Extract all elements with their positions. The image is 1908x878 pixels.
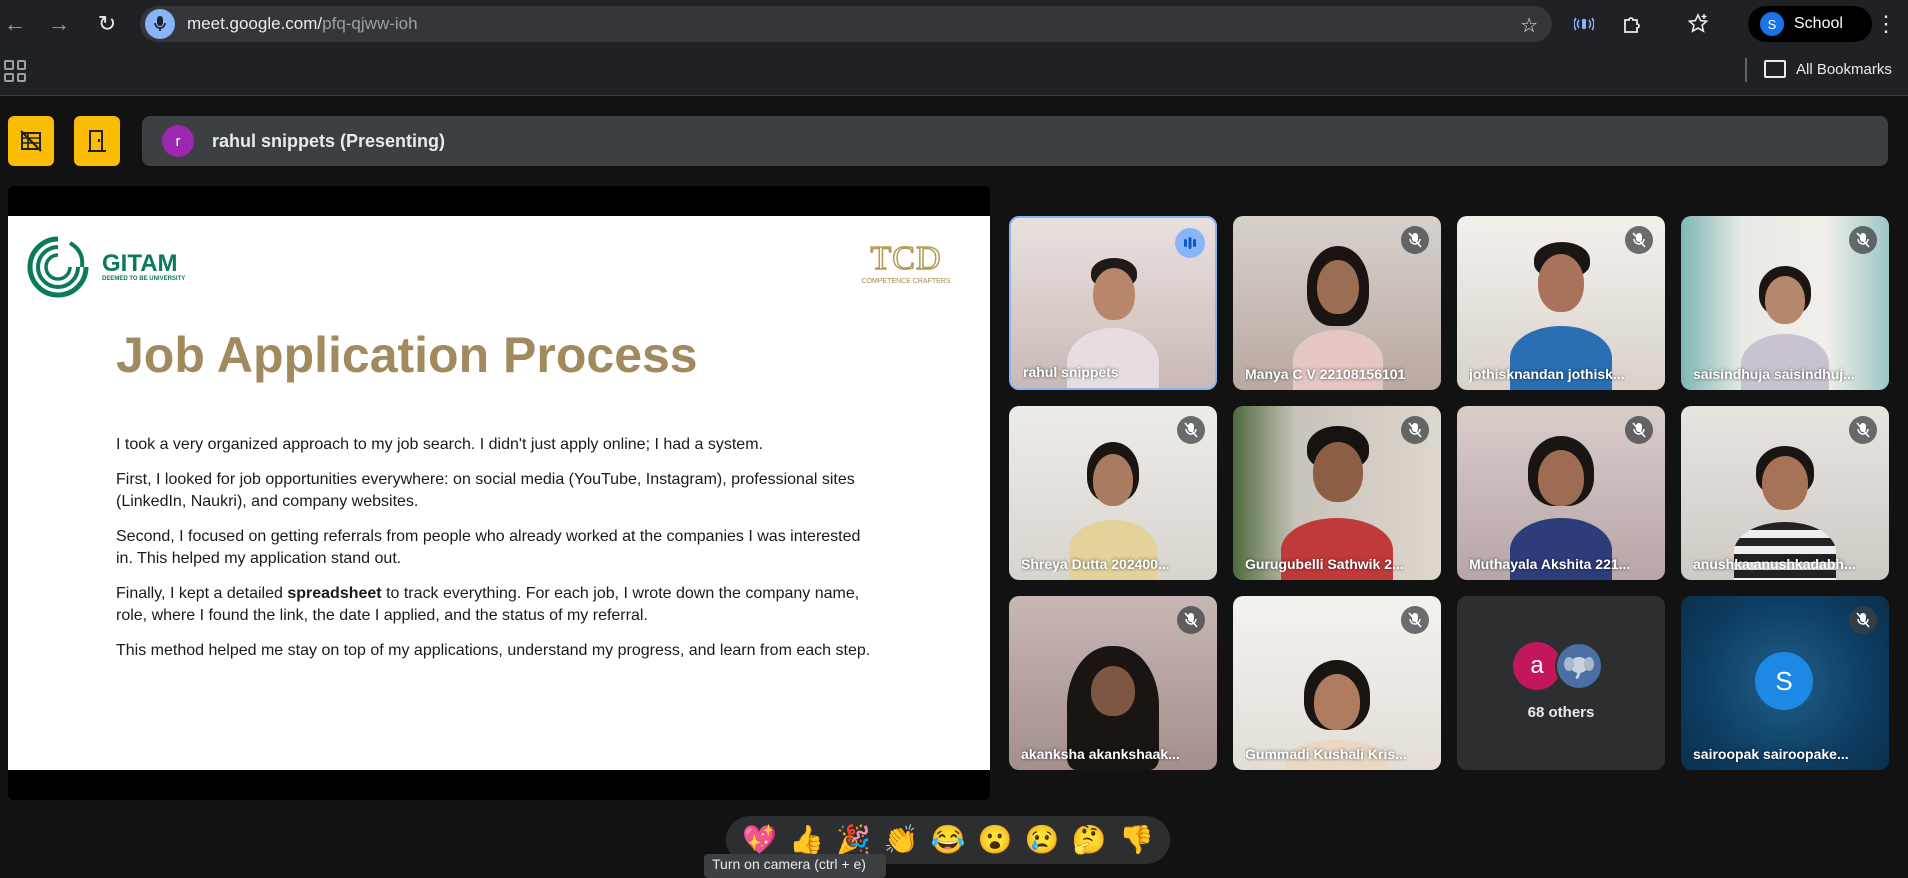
profile-label: School bbox=[1794, 15, 1843, 32]
bookmarks-star-icon[interactable] bbox=[1686, 12, 1710, 36]
forward-icon[interactable]: → bbox=[44, 9, 74, 39]
participant-tile[interactable]: Gurugubelli Sathwik 2... bbox=[1233, 406, 1441, 580]
reload-icon[interactable]: ↻ bbox=[92, 9, 122, 39]
participant-name: Muthayala Akshita 221... bbox=[1469, 556, 1631, 572]
profile-button[interactable]: S School bbox=[1748, 6, 1872, 42]
reaction-clapping[interactable]: 👏 bbox=[883, 826, 918, 854]
mic-off-icon bbox=[1849, 416, 1877, 444]
participant-name: akanksha akankshaak... bbox=[1021, 746, 1180, 762]
slide-paragraph: I took a very organized approach to my j… bbox=[116, 436, 763, 453]
mic-off-icon bbox=[1177, 416, 1205, 444]
gitam-swirl-icon bbox=[27, 236, 89, 298]
participant-tile[interactable]: rahul snippets bbox=[1009, 216, 1217, 390]
gitam-logo: GITAM DEEMED TO BE UNIVERSITY bbox=[24, 232, 194, 302]
url-path: pfq-qjww-ioh bbox=[322, 14, 418, 33]
cast-audio-icon[interactable] bbox=[1572, 12, 1596, 36]
gitam-wordmark: GITAM bbox=[102, 250, 178, 277]
bookmark-star-icon[interactable]: ☆ bbox=[1520, 13, 1538, 38]
participant-name: rahul snippets bbox=[1023, 364, 1119, 380]
apps-grid-icon[interactable] bbox=[4, 60, 26, 82]
participant-name: saisindhuja saisindhuj... bbox=[1693, 366, 1855, 382]
participant-name: sairoopak sairoopake... bbox=[1693, 746, 1849, 762]
others-avatars: a bbox=[1513, 642, 1613, 692]
presenter-bar: r rahul snippets (Presenting) bbox=[142, 116, 1888, 166]
mic-in-use-icon[interactable] bbox=[145, 9, 175, 39]
profile-avatar: S bbox=[1760, 12, 1784, 36]
reaction-party-popper[interactable]: 🎉 bbox=[836, 826, 871, 854]
bookmarks-divider bbox=[1745, 58, 1747, 82]
participant-name: Manya C V 22108156101 bbox=[1245, 366, 1406, 382]
reaction-thumbs-down[interactable]: 👎 bbox=[1119, 826, 1154, 854]
slide: GITAM DEEMED TO BE UNIVERSITY TCD COMPET… bbox=[8, 216, 990, 770]
presenter-avatar: r bbox=[162, 125, 194, 157]
slide-paragraph: First, I looked for job opportunities ev… bbox=[116, 471, 855, 510]
slide-text: Finally, I kept a detailed bbox=[116, 585, 288, 602]
mic-off-icon bbox=[1849, 606, 1877, 634]
others-tile[interactable]: a 68 others bbox=[1457, 596, 1665, 770]
others-count-label: 68 others bbox=[1527, 704, 1595, 721]
participant-name: jothisknandan jothisk... bbox=[1469, 366, 1625, 382]
address-bar[interactable]: meet.google.com/pfq-qjww-ioh ☆ bbox=[140, 6, 1552, 42]
elephant-avatar-icon bbox=[1555, 642, 1603, 690]
reaction-thinking[interactable]: 🤔 bbox=[1072, 826, 1107, 854]
extensions-icon[interactable] bbox=[1620, 12, 1644, 36]
reaction-thumbs-up[interactable]: 👍 bbox=[789, 826, 824, 854]
mic-off-icon bbox=[1849, 226, 1877, 254]
reaction-surprised[interactable]: 😮 bbox=[978, 826, 1013, 854]
all-bookmarks-link[interactable]: All Bookmarks bbox=[1796, 61, 1892, 78]
mic-off-icon bbox=[1401, 226, 1429, 254]
no-grid-icon bbox=[20, 130, 42, 152]
bookmarks-bar: All Bookmarks bbox=[0, 48, 1908, 96]
others-avatar: a bbox=[1513, 642, 1561, 690]
participant-tile[interactable]: Gummadi Kushali Kris... bbox=[1233, 596, 1441, 770]
presenter-label: rahul snippets (Presenting) bbox=[212, 130, 446, 151]
slide-paragraph: Finally, I kept a detailed spreadsheet t… bbox=[116, 583, 876, 627]
participant-name: Shreya Dutta 202400... bbox=[1021, 556, 1170, 572]
door-icon bbox=[88, 130, 106, 152]
slide-body: I took a very organized approach to my j… bbox=[116, 434, 876, 675]
tcd-wordmark: TCD bbox=[870, 239, 942, 278]
browser-toolbar: ← → ↻ meet.google.com/pfq-qjww-ioh ☆ S S… bbox=[0, 0, 1908, 48]
participant-name: Gurugubelli Sathwik 2... bbox=[1245, 556, 1404, 572]
camera-tooltip: Turn on camera (ctrl + e) bbox=[704, 854, 886, 878]
tcd-logo: TCD COMPETENCE CRAFTERS bbox=[856, 239, 956, 288]
url-host: meet.google.com/ bbox=[187, 14, 323, 33]
participant-tile[interactable]: saisindhuja saisindhuj... bbox=[1681, 216, 1889, 390]
participant-tile[interactable]: S sairoopak sairoopake... bbox=[1681, 596, 1889, 770]
gitam-subtext: DEEMED TO BE UNIVERSITY bbox=[102, 276, 186, 282]
leave-view-button[interactable] bbox=[74, 116, 120, 166]
tcd-subtext: COMPETENCE CRAFTERS bbox=[861, 278, 951, 285]
slide-paragraph: Second, I focused on getting referrals f… bbox=[116, 528, 861, 567]
speaking-indicator-icon bbox=[1175, 228, 1205, 258]
slide-bold-text: spreadsheet bbox=[287, 585, 382, 602]
participant-tile[interactable]: jothisknandan jothisk... bbox=[1457, 216, 1665, 390]
browser-menu-icon[interactable]: ⋮ bbox=[1872, 12, 1900, 36]
participant-tile[interactable]: anushka anushkadabh... bbox=[1681, 406, 1889, 580]
mic-off-icon bbox=[1625, 226, 1653, 254]
mic-off-icon bbox=[1625, 416, 1653, 444]
meet-stage: r rahul snippets (Presenting) GITAM DEEM… bbox=[0, 96, 1908, 870]
participant-avatar: S bbox=[1755, 652, 1813, 710]
slide-title: Job Application Process bbox=[116, 327, 698, 383]
mic-off-icon bbox=[1401, 416, 1429, 444]
hide-tiles-button[interactable] bbox=[8, 116, 54, 166]
participant-tile[interactable]: akanksha akankshaak... bbox=[1009, 596, 1217, 770]
back-icon[interactable]: ← bbox=[0, 9, 30, 39]
mic-off-icon bbox=[1401, 606, 1429, 634]
participant-tile[interactable]: Shreya Dutta 202400... bbox=[1009, 406, 1217, 580]
participant-tile[interactable]: Muthayala Akshita 221... bbox=[1457, 406, 1665, 580]
mic-off-icon bbox=[1177, 606, 1205, 634]
reaction-tears-of-joy[interactable]: 😂 bbox=[931, 826, 966, 854]
participant-name: anushka anushkadabh... bbox=[1693, 556, 1856, 572]
participant-tile[interactable]: Manya C V 22108156101 bbox=[1233, 216, 1441, 390]
presentation-stage[interactable]: GITAM DEEMED TO BE UNIVERSITY TCD COMPET… bbox=[8, 186, 990, 800]
slide-paragraph: This method helped me stay on top of my … bbox=[116, 642, 871, 659]
reaction-sparkling-heart[interactable]: 💖 bbox=[742, 826, 777, 854]
participant-name: Gummadi Kushali Kris... bbox=[1245, 746, 1407, 762]
folder-icon[interactable] bbox=[1764, 60, 1786, 78]
reaction-crying[interactable]: 😢 bbox=[1025, 826, 1060, 854]
url-text[interactable]: meet.google.com/pfq-qjww-ioh bbox=[187, 14, 418, 34]
